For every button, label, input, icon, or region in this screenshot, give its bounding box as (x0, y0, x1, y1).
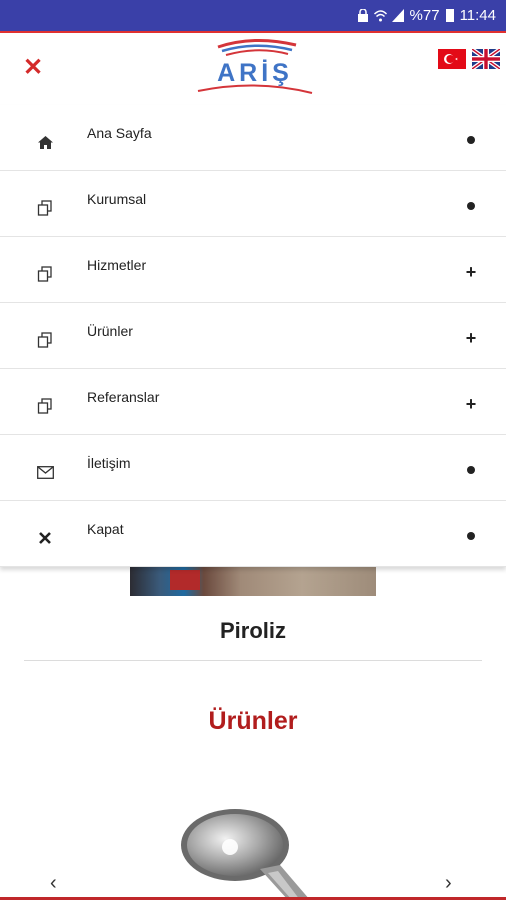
menu-item-label: Hizmetler (87, 257, 147, 273)
app-header: ✕ ARİŞ (0, 31, 506, 105)
menu-item-referanslar[interactable]: Referanslar + (0, 369, 506, 435)
menu-item-urunler[interactable]: Ürünler + (0, 303, 506, 369)
home-icon (36, 133, 54, 151)
clock: 11:44 (459, 7, 496, 24)
language-flags (438, 49, 500, 69)
battery-icon (445, 9, 454, 22)
menu-item-label: Ürünler (87, 323, 133, 339)
menu-item-hizmetler[interactable]: Hizmetler + (0, 237, 506, 303)
status-icons (357, 9, 404, 22)
menu-item-label: Referanslar (87, 389, 160, 405)
close-icon[interactable]: ✕ (22, 56, 44, 80)
menu-item-label: İletişim (87, 455, 131, 471)
products-heading: Ürünler (208, 707, 298, 735)
copy-icon (36, 397, 54, 415)
wifi-icon (373, 10, 387, 22)
menu-item-ana-sayfa[interactable]: Ana Sayfa (0, 105, 506, 171)
close-icon (36, 529, 54, 547)
menu-item-label: Ana Sayfa (87, 125, 152, 141)
menu-item-label: Kurumsal (87, 191, 147, 207)
logo-text: ARİŞ (217, 59, 293, 87)
section-title: Piroliz (219, 618, 286, 643)
copy-icon (36, 331, 54, 349)
carousel-next-button[interactable]: › (445, 872, 452, 895)
copy-icon (36, 265, 54, 283)
dot-indicator (464, 133, 478, 147)
plus-icon[interactable]: + (464, 395, 478, 413)
logo[interactable]: ARİŞ (196, 35, 314, 99)
plus-icon[interactable]: + (464, 263, 478, 281)
envelope-icon (36, 463, 54, 481)
dot-indicator (464, 199, 478, 213)
turkish-flag-icon[interactable] (438, 49, 466, 69)
menu-item-kapat[interactable]: Kapat (0, 501, 506, 567)
battery-percent: %77 (409, 7, 440, 24)
menu-item-kurumsal[interactable]: Kurumsal (0, 171, 506, 237)
menu-item-iletisim[interactable]: İletişim (0, 435, 506, 501)
product-image (181, 809, 310, 900)
status-bar: %77 11:44 (0, 0, 506, 31)
lock-icon (357, 9, 368, 22)
carousel-prev-button[interactable]: ‹ (50, 872, 57, 895)
menu-item-label: Kapat (87, 521, 124, 537)
navigation-menu: Ana Sayfa Kurumsal Hizmetler + Ürünler +… (0, 105, 506, 567)
dot-indicator (464, 463, 478, 477)
uk-flag-icon[interactable] (472, 49, 500, 69)
dot-indicator (464, 529, 478, 543)
signal-icon (391, 9, 404, 22)
divider (24, 660, 482, 661)
copy-icon (36, 199, 54, 217)
plus-icon[interactable]: + (464, 329, 478, 347)
